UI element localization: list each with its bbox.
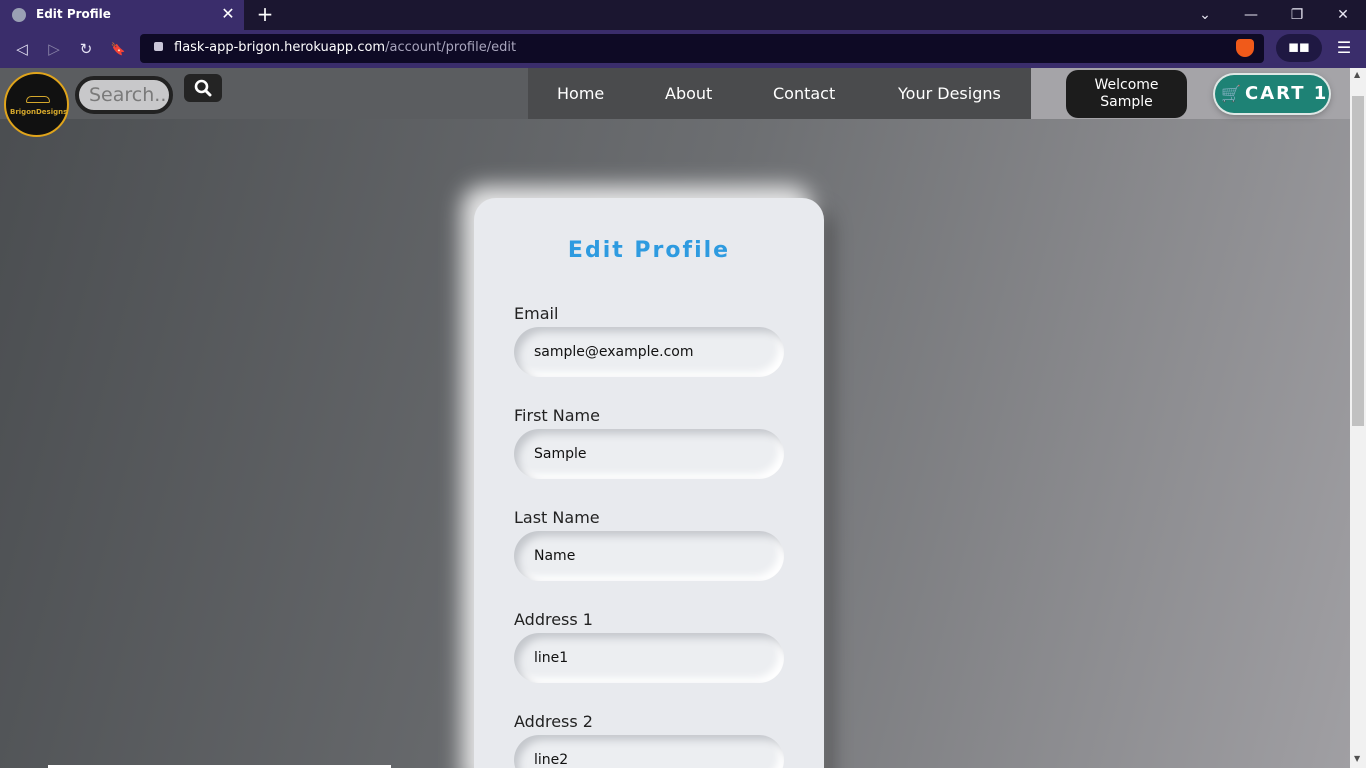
nav-about[interactable]: About	[665, 84, 712, 103]
address1-label: Address 1	[514, 610, 593, 629]
welcome-username: Sample	[1100, 94, 1153, 110]
lock-icon	[154, 42, 163, 51]
scrollbar-thumb[interactable]	[1352, 96, 1364, 426]
scroll-up-icon[interactable]: ▲	[1354, 70, 1360, 79]
first-name-field-wrap	[514, 429, 784, 479]
email-label: Email	[514, 304, 559, 323]
browser-toolbar: ◁ ▷ ↻ 🔖 flask-app-brigon.herokuapp.com/a…	[0, 30, 1366, 68]
url-domain: flask-app-brigon.herokuapp.com	[174, 40, 386, 55]
first-name-field[interactable]	[514, 429, 784, 479]
address2-field[interactable]	[514, 735, 784, 768]
car-logo-icon	[26, 96, 50, 103]
search-button[interactable]	[184, 74, 222, 102]
globe-icon	[12, 8, 26, 22]
address1-field[interactable]	[514, 633, 784, 683]
url-text: flask-app-brigon.herokuapp.com/account/p…	[174, 40, 516, 55]
forward-icon[interactable]: ▷	[43, 38, 65, 60]
bookmark-icon[interactable]: 🔖	[107, 38, 129, 60]
welcome-line1: Welcome	[1094, 77, 1159, 93]
nav-home[interactable]: Home	[557, 84, 604, 103]
browser-menu-icon[interactable]: ☰	[1334, 38, 1354, 58]
cart-button[interactable]: 🛒 CART 1	[1215, 75, 1329, 113]
tab-search-icon[interactable]: ⌄	[1194, 4, 1216, 26]
last-name-label: Last Name	[514, 508, 600, 527]
logo-text: BrigonDesigns	[10, 108, 68, 116]
email-field-wrap	[514, 327, 784, 377]
restore-button[interactable]: ❐	[1286, 4, 1308, 26]
back-icon[interactable]: ◁	[11, 38, 33, 60]
welcome-badge: Welcome Sample	[1066, 70, 1187, 118]
page-viewport: Home About Contact Your Designs Welcome …	[0, 68, 1350, 768]
form-title: Edit Profile	[567, 238, 731, 263]
page-scrollbar[interactable]: ▲ ▼	[1350, 68, 1366, 768]
url-path: /account/profile/edit	[385, 40, 517, 55]
last-name-field-wrap	[514, 531, 784, 581]
site-logo[interactable]: BrigonDesigns	[4, 72, 69, 137]
minimize-button[interactable]: —	[1240, 4, 1262, 26]
browser-tab[interactable]: Edit Profile ✕	[0, 0, 244, 30]
main-nav: Home About Contact Your Designs	[528, 68, 1031, 119]
search-icon	[194, 79, 212, 97]
first-name-label: First Name	[514, 406, 600, 425]
tab-close-icon[interactable]: ✕	[218, 4, 238, 24]
new-tab-button[interactable]: +	[254, 3, 276, 25]
cart-icon: 🛒	[1221, 84, 1243, 103]
search-input[interactable]	[79, 80, 169, 110]
last-name-field[interactable]	[514, 531, 784, 581]
extension-icon[interactable]: ◼◼	[1276, 34, 1322, 62]
search-box	[75, 76, 173, 114]
address2-field-wrap	[514, 735, 784, 768]
browser-tab-bar: Edit Profile ✕ + ⌄ — ❐ ✕	[0, 0, 1366, 30]
nav-contact[interactable]: Contact	[773, 84, 835, 103]
close-window-button[interactable]: ✕	[1332, 4, 1354, 26]
nav-your-designs[interactable]: Your Designs	[898, 84, 1001, 103]
address-bar[interactable]: flask-app-brigon.herokuapp.com/account/p…	[140, 34, 1264, 63]
edit-profile-card: Edit Profile Email First Name Last Name …	[474, 198, 824, 768]
reload-icon[interactable]: ↻	[75, 38, 97, 60]
tab-title: Edit Profile	[36, 7, 111, 21]
cart-label: CART 1	[1245, 83, 1329, 104]
address1-field-wrap	[514, 633, 784, 683]
email-field[interactable]	[514, 327, 784, 377]
address2-label: Address 2	[514, 712, 593, 731]
scroll-down-icon[interactable]: ▼	[1354, 754, 1360, 763]
brave-shield-icon[interactable]	[1236, 39, 1254, 57]
